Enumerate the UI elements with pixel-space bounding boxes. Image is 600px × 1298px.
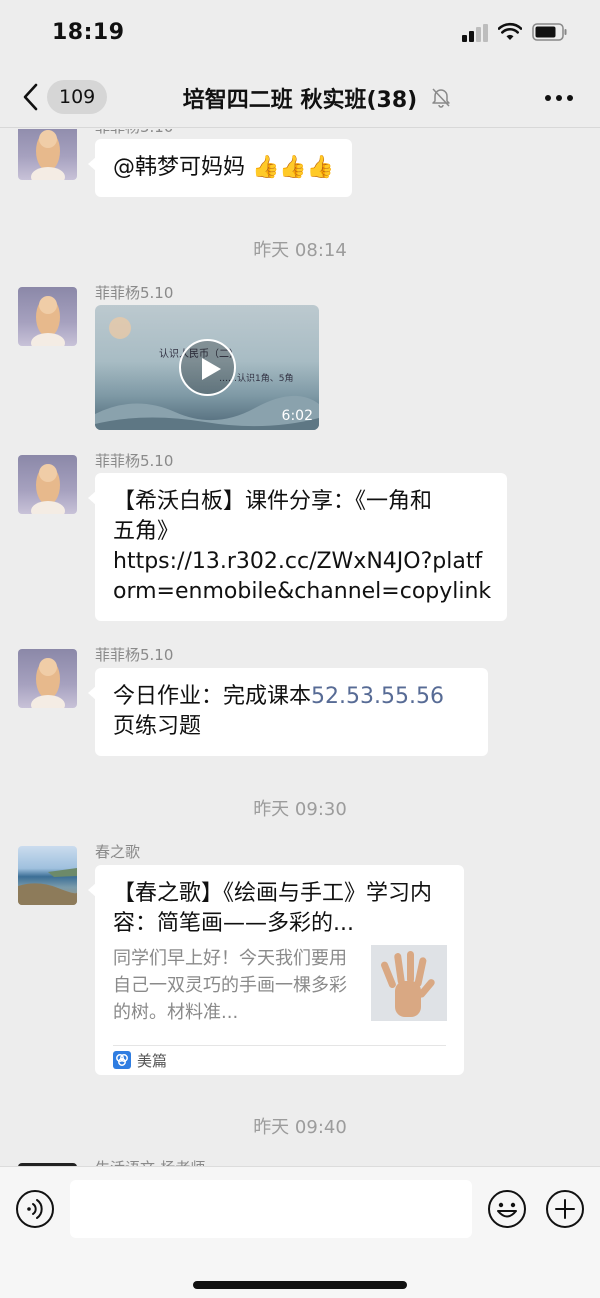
page-numbers-link[interactable]: 52.53.55.56	[311, 684, 444, 709]
status-time: 18:19	[52, 20, 125, 45]
message-link[interactable]: orm=enmobile&channel=copylink	[113, 577, 491, 607]
avatar[interactable]	[18, 846, 77, 905]
message-bubble[interactable]: @韩梦可妈妈 👍👍👍	[87, 139, 353, 197]
plus-more-icon[interactable]	[545, 1189, 585, 1229]
home-indicator[interactable]	[193, 1281, 407, 1289]
avatar[interactable]	[18, 287, 77, 346]
avatar[interactable]	[18, 129, 77, 180]
homework-text: 今日作业：完成课本	[113, 684, 312, 709]
sender-name: 生活语文-杨老师	[95, 1157, 205, 1166]
chat-title[interactable]: 培智四二班 秋实班(38)	[0, 82, 600, 114]
cellular-signal-icon	[462, 24, 490, 42]
meipian-logo-icon	[113, 1051, 131, 1069]
avatar[interactable]	[18, 455, 77, 514]
message-text: 【希沃白板】课件分享：《一角和	[113, 489, 433, 514]
input-bar	[0, 1166, 600, 1298]
article-card[interactable]: 【春之歌】《绘画与手工》学习内容：简笔画——多彩的... 同学们早上好！今天我们…	[88, 865, 464, 1075]
voice-input-icon[interactable]	[15, 1189, 55, 1229]
message-bubble[interactable]: 【希沃白板】课件分享：《一角和 五角》 https://13.r302.cc/Z…	[88, 473, 507, 621]
message-text: 五角》	[113, 519, 180, 544]
sender-name: 菲菲杨5.10	[95, 452, 174, 470]
video-message[interactable]: 认识人民币（二） ……认识1角、5角 6:02	[95, 305, 319, 430]
avatar[interactable]	[18, 649, 77, 708]
battery-icon	[532, 23, 567, 41]
message-link[interactable]: https://13.r302.cc/ZWxN4JO?platf	[113, 547, 489, 577]
timestamp-separator: 昨天 09:30	[253, 799, 347, 820]
chat-header: 109 培智四二班 秋实班(38)	[0, 66, 600, 128]
more-options-icon[interactable]	[544, 94, 574, 102]
message-text: 页练习题	[113, 714, 202, 739]
message-text: @韩梦可妈妈 👍👍👍	[113, 155, 335, 180]
sender-name: 春之歌	[95, 843, 141, 861]
message-list[interactable]: 菲菲杨5.10 @韩梦可妈妈 👍👍👍 昨天 08:14 菲菲杨5.10 认识人民…	[0, 129, 600, 1166]
card-divider	[113, 1045, 446, 1046]
timestamp-separator: 昨天 08:14	[253, 240, 347, 261]
article-source: 美篇	[137, 1052, 168, 1070]
video-duration: 6:02	[281, 408, 313, 424]
sender-name: 菲菲杨5.10	[95, 129, 173, 137]
play-button[interactable]	[179, 339, 236, 396]
message-text: 今日作业：完成课本52.53.55.56	[113, 682, 470, 712]
sender-name: 菲菲杨5.10	[95, 646, 174, 664]
video-thumbnail-sun	[109, 317, 131, 339]
status-bar: 18:19	[0, 0, 600, 66]
article-title: 【春之歌】《绘画与手工》学习内容：简笔画——多彩的...	[113, 881, 433, 936]
timestamp-separator: 昨天 09:40	[253, 1117, 347, 1138]
article-description: 同学们早上好！今天我们要用自己一双灵巧的手画一棵多彩的树。材料准...	[113, 948, 347, 1023]
mute-bell-icon	[432, 88, 450, 108]
emoji-icon[interactable]	[487, 1189, 527, 1229]
sender-name: 菲菲杨5.10	[95, 284, 174, 302]
message-bubble[interactable]: 今日作业：完成课本52.53.55.56 页练习题	[88, 668, 488, 756]
article-thumbnail	[371, 945, 447, 1021]
message-input[interactable]	[70, 1180, 472, 1238]
wifi-icon	[498, 22, 522, 40]
